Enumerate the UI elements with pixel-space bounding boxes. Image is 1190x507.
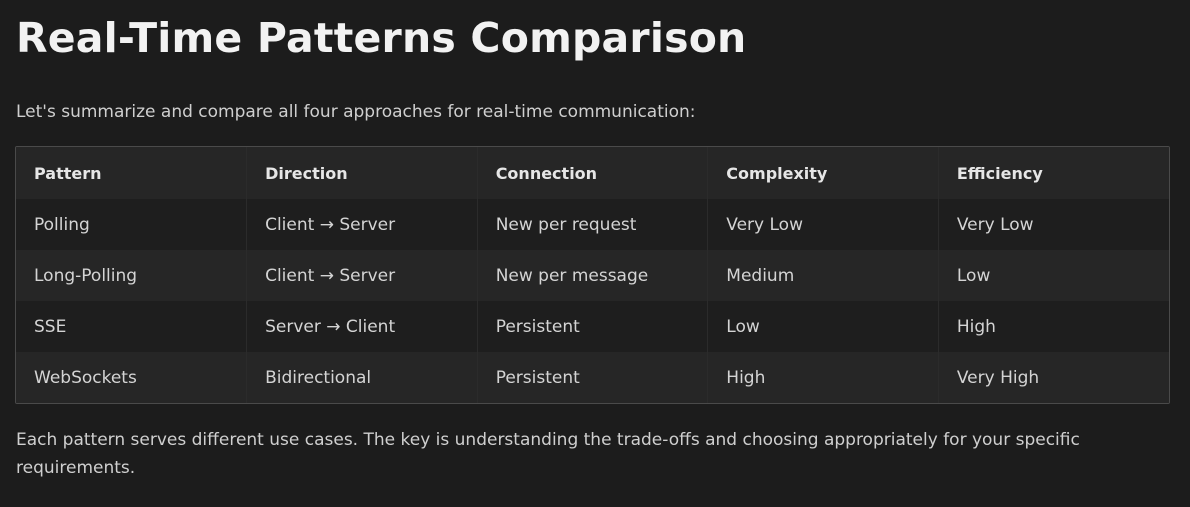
page-title: Real-Time Patterns Comparison [16,14,747,62]
intro-text: Let's summarize and compare all four app… [16,102,696,122]
table-row: WebSockets Bidirectional Persistent High… [16,352,1169,403]
cell-connection: New per message [477,250,709,301]
header-efficiency: Efficiency [938,147,1169,199]
cell-pattern: Long-Polling [16,250,248,301]
cell-efficiency: Very Low [938,199,1169,250]
header-complexity: Complexity [707,147,939,199]
cell-efficiency: Very High [938,352,1169,403]
cell-efficiency: Low [938,250,1169,301]
table-row: Long-Polling Client → Server New per mes… [16,250,1169,301]
outro-text: Each pattern serves different use cases.… [16,430,1080,478]
cell-pattern: SSE [16,301,248,352]
cell-pattern: Polling [16,199,248,250]
cell-connection: Persistent [477,301,709,352]
cell-complexity: Medium [707,250,939,301]
cell-complexity: Low [707,301,939,352]
table-row: SSE Server → Client Persistent Low High [16,301,1169,352]
cell-complexity: High [707,352,939,403]
cell-efficiency: High [938,301,1169,352]
header-pattern: Pattern [16,147,248,199]
header-connection: Connection [477,147,709,199]
cell-complexity: Very Low [707,199,939,250]
cell-direction: Client → Server [246,250,478,301]
cell-connection: Persistent [477,352,709,403]
cell-pattern: WebSockets [16,352,248,403]
table-header-row: Pattern Direction Connection Complexity … [16,147,1169,199]
cell-direction: Bidirectional [246,352,478,403]
cell-connection: New per request [477,199,709,250]
table-row: Polling Client → Server New per request … [16,199,1169,250]
comparison-table: Pattern Direction Connection Complexity … [15,146,1170,404]
header-direction: Direction [246,147,478,199]
cell-direction: Server → Client [246,301,478,352]
comparison-table-grid: Pattern Direction Connection Complexity … [16,147,1169,403]
cell-direction: Client → Server [246,199,478,250]
